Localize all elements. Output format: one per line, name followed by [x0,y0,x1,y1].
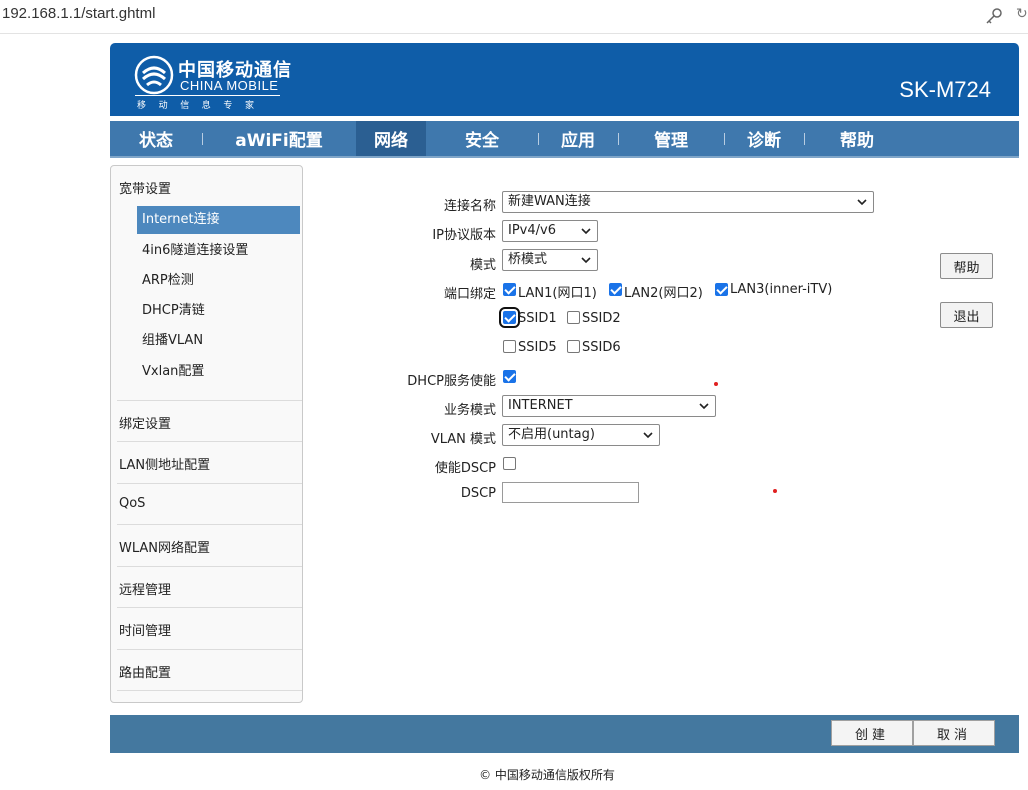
sidebar-group-remote[interactable]: 远程管理 [119,579,171,598]
nav-tab[interactable]: 管理 [618,121,724,156]
brand-divider [135,95,280,96]
action-bar: 创建 取消 [110,715,1019,753]
vlan-mode-value: 不启用(untag) [508,427,595,442]
dscp-enable-label: 使能DSCP [434,461,496,476]
sidebar-item-vxlan[interactable]: Vxlan配置 [137,358,300,386]
lan2-label: LAN2(网口2) [624,286,703,301]
ip-version-label: IP协议版本 [432,228,496,243]
mode-label: 模式 [469,258,496,273]
cancel-button[interactable]: 取消 [913,720,995,746]
ssid6-checkbox[interactable] [567,340,580,353]
sidebar-divider [117,607,302,608]
sidebar-group-binding[interactable]: 绑定设置 [119,413,171,432]
sidebar-item-multicast-vlan[interactable]: 组播VLAN [137,327,300,355]
device-model: SK-M724 [899,77,991,102]
help-button[interactable]: 帮助 [940,253,993,279]
vlan-mode-label: VLAN 模式 [430,432,496,447]
service-mode-select[interactable]: INTERNET [502,395,716,417]
chevron-down-icon [699,403,709,410]
sidebar-divider [117,566,302,567]
lan1-label: LAN1(网口1) [518,286,597,301]
reload-icon[interactable]: ↻ [1016,6,1028,22]
nav-tab[interactable]: 安全 [426,121,538,156]
nav-tab[interactable]: 状态 [110,121,202,156]
ssid2-checkbox[interactable] [567,311,580,324]
sidebar-divider [117,400,302,401]
vlan-mode-select[interactable]: 不启用(untag) [502,424,660,446]
nav-tab[interactable]: 帮助 [804,121,910,156]
sidebar-item-arp[interactable]: ARP检测 [137,267,300,295]
sidebar-group-wlan[interactable]: WLAN网络配置 [119,537,210,556]
nav-tab[interactable]: 诊断 [724,121,804,156]
key-icon[interactable] [984,6,1004,26]
sidebar-group-lan-address[interactable]: LAN侧地址配置 [119,454,210,473]
sidebar-group-routing[interactable]: 路由配置 [119,662,171,681]
lan1-checkbox[interactable] [503,283,516,296]
dscp-enable-checkbox[interactable] [503,457,516,470]
chevron-down-icon [643,432,653,439]
sidebar-group-time[interactable]: 时间管理 [119,620,171,639]
lan3-checkbox[interactable] [715,283,728,296]
conn-name-select[interactable]: 新建WAN连接 [502,191,874,213]
sidebar-divider [117,524,302,525]
red-marker [714,382,718,386]
dhcp-label: DHCP服务使能 [407,374,496,389]
service-mode-value: INTERNET [508,398,573,413]
nav-tab[interactable]: 应用 [538,121,618,156]
sidebar-divider [117,649,302,650]
nav-underline [110,156,1019,158]
main-nav: 状态 aWiFi配置 网络 安全 应用 管理 诊断 帮助 [110,121,1019,156]
chevron-down-icon [581,228,591,235]
browser-address-bar: 192.168.1.1/start.ghtml ↻ [0,0,1028,34]
conn-name-value: 新建WAN连接 [508,194,591,209]
china-mobile-logo-icon [134,55,174,95]
sidebar-item-4in6[interactable]: 4in6隧道连接设置 [137,237,300,265]
lan2-checkbox[interactable] [609,283,622,296]
brand-slogan: 移动信息专家 [137,101,267,111]
exit-button[interactable]: 退出 [940,302,993,328]
port-bind-label: 端口绑定 [443,287,496,302]
mode-value: 桥模式 [508,252,548,267]
copyright: © 中国移动通信版权所有 [479,768,615,782]
lan3-label: LAN3(inner-iTV) [730,282,833,297]
sidebar-divider [117,441,302,442]
chevron-down-icon [857,199,867,206]
sidebar: 宽带设置 Internet连接 4in6隧道连接设置 ARP检测 DHCP清链 … [110,165,303,703]
ssid6-label: SSID6 [582,340,621,355]
ip-version-value: IPv4/v6 [508,223,556,238]
header-banner: 中国移动通信 CHINA MOBILE 移动信息专家 SK-M724 [110,43,1019,116]
service-mode-label: 业务模式 [443,403,496,418]
brand-name-en: CHINA MOBILE [180,78,279,93]
sidebar-group-broadband[interactable]: 宽带设置 [119,178,171,197]
chevron-down-icon [581,257,591,264]
red-marker [773,489,777,493]
conn-name-label: 连接名称 [443,199,496,214]
ssid5-label: SSID5 [518,340,557,355]
nav-tab[interactable]: 网络 [356,121,426,156]
ssid2-label: SSID2 [582,311,621,326]
dhcp-checkbox[interactable] [503,370,516,383]
sidebar-item-internet[interactable]: Internet连接 [137,206,300,234]
sidebar-divider [117,690,302,691]
sidebar-item-dhcp-clear[interactable]: DHCP清链 [137,297,300,325]
ssid5-checkbox[interactable] [503,340,516,353]
sidebar-group-qos[interactable]: QoS [119,496,145,511]
ip-version-select[interactable]: IPv4/v6 [502,220,598,242]
url-text[interactable]: 192.168.1.1/start.ghtml [2,5,155,22]
nav-tab[interactable]: aWiFi配置 [202,121,356,156]
dscp-label: DSCP [460,486,496,501]
ssid1-label: SSID1 [518,311,557,326]
sidebar-divider [117,483,302,484]
mode-select[interactable]: 桥模式 [502,249,598,271]
create-button[interactable]: 创建 [831,720,913,746]
ssid1-checkbox[interactable] [499,307,520,328]
dscp-input[interactable] [502,482,639,503]
